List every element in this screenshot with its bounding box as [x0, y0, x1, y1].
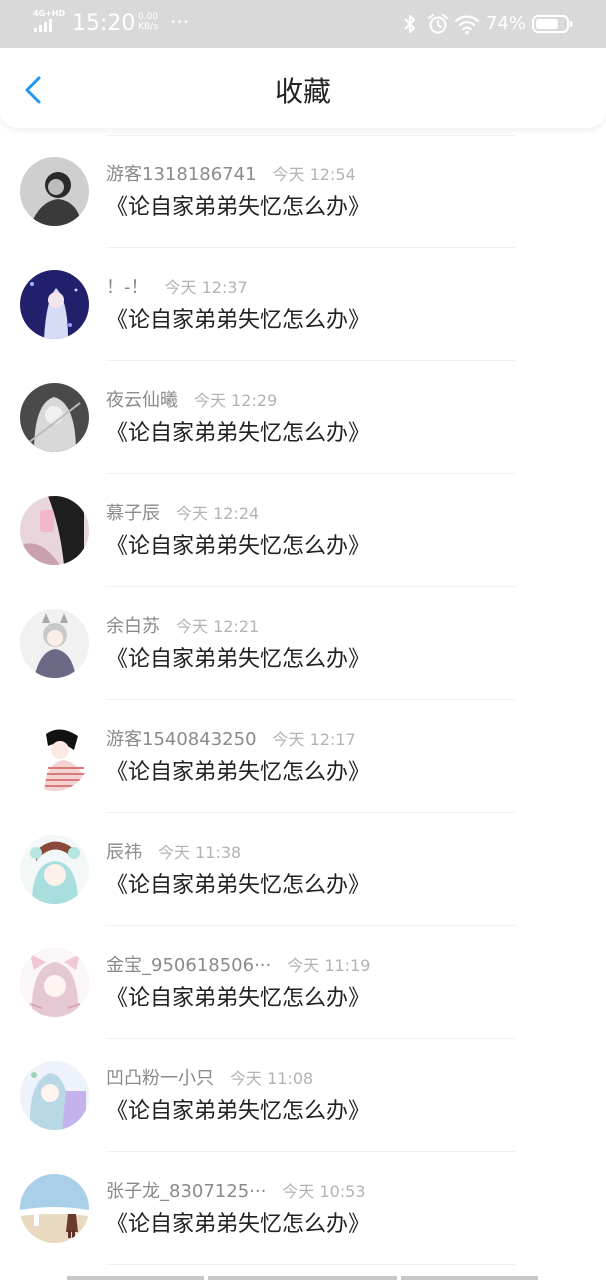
timestamp: 今天 12:24: [176, 504, 260, 523]
avatar[interactable]: [20, 270, 89, 339]
username[interactable]: ！-！: [106, 276, 149, 300]
item-meta: 金宝_950618506··· 今天 11:19: [106, 954, 370, 978]
item-meta: 张子龙_8307125··· 今天 10:53: [106, 1180, 366, 1204]
item-title[interactable]: 《论自家弟弟失忆怎么办》: [106, 645, 370, 675]
bottom-bars: [0, 1274, 606, 1280]
battery-percent: 74%: [486, 13, 527, 34]
item-meta: 游客1540843250 今天 12:17: [106, 728, 356, 752]
avatar[interactable]: [20, 496, 89, 565]
username[interactable]: 夜云仙曦: [106, 389, 178, 413]
page-title: 收藏: [274, 75, 331, 108]
item-title[interactable]: 《论自家弟弟失忆怎么办》: [106, 1097, 370, 1127]
bottom-bar: [208, 1276, 397, 1280]
battery-icon: [532, 15, 573, 33]
bluetooth-icon: [404, 15, 415, 33]
timestamp: 今天 12:29: [194, 391, 278, 410]
timestamp: 今天 11:38: [158, 843, 242, 862]
favorite-item[interactable]: 余白苏 今天 12:21 《论自家弟弟失忆怎么办》: [0, 587, 606, 700]
bottom-bar: [67, 1276, 204, 1280]
item-title[interactable]: 《论自家弟弟失忆怎么办》: [106, 871, 370, 901]
favorite-item[interactable]: 凹凸粉一小只 今天 11:08 《论自家弟弟失忆怎么办》: [0, 1039, 606, 1152]
avatar[interactable]: [20, 835, 89, 904]
item-meta: 余白苏 今天 12:21: [106, 615, 259, 639]
avatar[interactable]: [20, 1061, 89, 1130]
timestamp: 今天 11:08: [230, 1069, 314, 1088]
favorites-screen: 4G+HD 15:20 0.00 KB/s ··· 74% 收藏 游客13181…: [0, 0, 606, 1280]
timestamp: 今天 12:21: [176, 617, 260, 636]
item-title[interactable]: 《论自家弟弟失忆怎么办》: [106, 193, 370, 223]
item-title[interactable]: 《论自家弟弟失忆怎么办》: [106, 306, 370, 336]
speed-unit: KB/s: [138, 22, 158, 32]
item-meta: 夜云仙曦 今天 12:29: [106, 389, 277, 413]
username[interactable]: 凹凸粉一小只: [106, 1067, 214, 1091]
item-meta: 凹凸粉一小只 今天 11:08: [106, 1067, 313, 1091]
item-title[interactable]: 《论自家弟弟失忆怎么办》: [106, 419, 370, 449]
avatar[interactable]: [20, 609, 89, 678]
item-title[interactable]: 《论自家弟弟失忆怎么办》: [106, 984, 370, 1014]
username[interactable]: 余白苏: [106, 615, 160, 639]
username[interactable]: 张子龙_8307125···: [106, 1180, 266, 1204]
bottom-bar: [401, 1276, 538, 1280]
item-title[interactable]: 《论自家弟弟失忆怎么办》: [106, 532, 370, 562]
favorite-item[interactable]: 张子龙_8307125··· 今天 10:53 《论自家弟弟失忆怎么办》: [0, 1152, 606, 1265]
speed-value: 0.00: [138, 12, 159, 22]
timestamp: 今天 10:53: [282, 1182, 366, 1201]
username[interactable]: 辰祎: [106, 841, 142, 865]
favorite-item[interactable]: 辰祎 今天 11:38 《论自家弟弟失忆怎么办》: [0, 813, 606, 926]
timestamp: 今天 12:37: [164, 278, 248, 297]
network-speed: 0.00 KB/s: [138, 12, 158, 32]
wifi-icon: [454, 15, 480, 35]
item-title[interactable]: 《论自家弟弟失忆怎么办》: [106, 1210, 370, 1240]
nav-header: 收藏: [0, 48, 606, 128]
item-meta: ！-！ 今天 12:37: [106, 276, 248, 300]
more-notifications-icon: ···: [170, 10, 190, 34]
status-bar: 4G+HD 15:20 0.00 KB/s ··· 74%: [0, 0, 606, 48]
favorite-item[interactable]: ！-！ 今天 12:37 《论自家弟弟失忆怎么办》: [0, 248, 606, 361]
avatar[interactable]: [20, 157, 89, 226]
favorite-item[interactable]: 游客1540843250 今天 12:17 《论自家弟弟失忆怎么办》: [0, 700, 606, 813]
alarm-icon: [428, 14, 448, 34]
username[interactable]: 金宝_950618506···: [106, 954, 271, 978]
favorite-item[interactable]: 夜云仙曦 今天 12:29 《论自家弟弟失忆怎么办》: [0, 361, 606, 474]
favorite-item[interactable]: 慕子辰 今天 12:24 《论自家弟弟失忆怎么办》: [0, 474, 606, 587]
timestamp: 今天 12:17: [272, 730, 356, 749]
item-meta: 辰祎 今天 11:38: [106, 841, 241, 865]
avatar[interactable]: [20, 722, 89, 791]
favorite-item[interactable]: 金宝_950618506··· 今天 11:19 《论自家弟弟失忆怎么办》: [0, 926, 606, 1039]
item-title[interactable]: 《论自家弟弟失忆怎么办》: [106, 758, 370, 788]
item-meta: 游客1318186741 今天 12:54: [106, 163, 356, 187]
avatar[interactable]: [20, 948, 89, 1017]
status-time: 15:20: [72, 11, 136, 36]
signal-icon: 4G+HD: [33, 10, 65, 36]
item-meta: 慕子辰 今天 12:24: [106, 502, 259, 526]
avatar[interactable]: [20, 1174, 89, 1243]
timestamp: 今天 12:54: [272, 165, 356, 184]
username[interactable]: 慕子辰: [106, 502, 160, 526]
username[interactable]: 游客1318186741: [106, 163, 257, 187]
favorite-item[interactable]: 游客1318186741 今天 12:54 《论自家弟弟失忆怎么办》: [0, 135, 606, 248]
avatar[interactable]: [20, 383, 89, 452]
timestamp: 今天 11:19: [287, 956, 371, 975]
username[interactable]: 游客1540843250: [106, 728, 257, 752]
favorites-list: 游客1318186741 今天 12:54 《论自家弟弟失忆怎么办》 ！-！ 今天 …: [0, 135, 606, 1265]
